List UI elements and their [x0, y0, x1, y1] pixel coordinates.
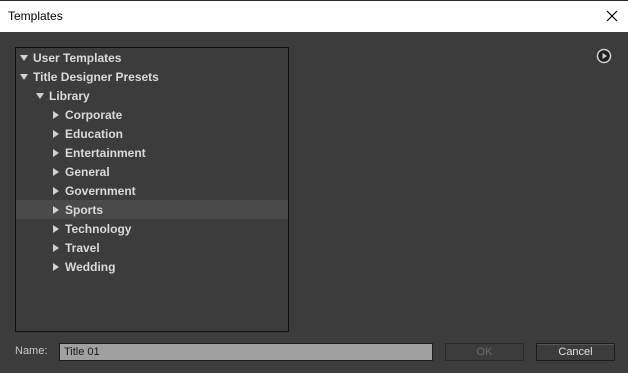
- tree-item-library[interactable]: Library: [16, 86, 288, 105]
- tree-item-label: Technology: [65, 221, 132, 236]
- tree-item-user-templates[interactable]: User Templates: [16, 48, 288, 67]
- triangle-right-icon[interactable]: [50, 167, 62, 176]
- tree-item-wedding[interactable]: Wedding: [16, 257, 288, 276]
- tree-item-label: Entertainment: [65, 145, 146, 160]
- panel-menu-button[interactable]: [596, 48, 612, 64]
- tree-item-label: Title Designer Presets: [33, 69, 159, 84]
- tree-item-general[interactable]: General: [16, 162, 288, 181]
- triangle-down-icon[interactable]: [34, 92, 46, 100]
- ok-button[interactable]: OK: [445, 343, 524, 361]
- triangle-right-icon[interactable]: [50, 129, 62, 138]
- tree-item-technology[interactable]: Technology: [16, 219, 288, 238]
- tree-item-label: General: [65, 164, 110, 179]
- tree-item-title-designer-presets[interactable]: Title Designer Presets: [16, 67, 288, 86]
- cancel-button[interactable]: Cancel: [536, 343, 615, 361]
- name-label: Name:: [15, 345, 48, 357]
- triangle-right-icon[interactable]: [50, 148, 62, 157]
- tree-item-government[interactable]: Government: [16, 181, 288, 200]
- window-title: Templates: [8, 9, 63, 23]
- triangle-right-icon[interactable]: [50, 243, 62, 252]
- triangle-right-icon[interactable]: [50, 224, 62, 233]
- tree-item-corporate[interactable]: Corporate: [16, 105, 288, 124]
- triangle-right-icon[interactable]: [50, 205, 62, 214]
- tree-item-education[interactable]: Education: [16, 124, 288, 143]
- triangle-right-icon[interactable]: [50, 262, 62, 271]
- tree-item-label: Sports: [65, 202, 104, 217]
- triangle-down-icon[interactable]: [18, 73, 30, 81]
- tree-item-sports[interactable]: Sports: [16, 200, 288, 219]
- templates-dialog: Templates User Templates Title Designer P…: [0, 0, 628, 373]
- tree-item-label: Corporate: [65, 107, 123, 122]
- tree-item-label: Government: [65, 183, 136, 198]
- tree-item-label: Travel: [65, 240, 100, 255]
- name-input[interactable]: [59, 343, 433, 361]
- title-bar: Templates: [0, 0, 628, 32]
- tree-item-label: Education: [65, 126, 124, 141]
- close-icon: [606, 10, 618, 22]
- flyout-menu-icon: [596, 48, 612, 64]
- tree-item-entertainment[interactable]: Entertainment: [16, 143, 288, 162]
- triangle-right-icon[interactable]: [50, 110, 62, 119]
- tree-item-travel[interactable]: Travel: [16, 238, 288, 257]
- template-tree[interactable]: User Templates Title Designer Presets Libr…: [15, 47, 289, 332]
- close-button[interactable]: [602, 5, 622, 27]
- triangle-down-icon[interactable]: [18, 54, 30, 62]
- tree-item-label: User Templates: [33, 50, 122, 65]
- triangle-right-icon[interactable]: [50, 186, 62, 195]
- tree-item-label: Wedding: [65, 259, 116, 274]
- tree-item-label: Library: [49, 88, 90, 103]
